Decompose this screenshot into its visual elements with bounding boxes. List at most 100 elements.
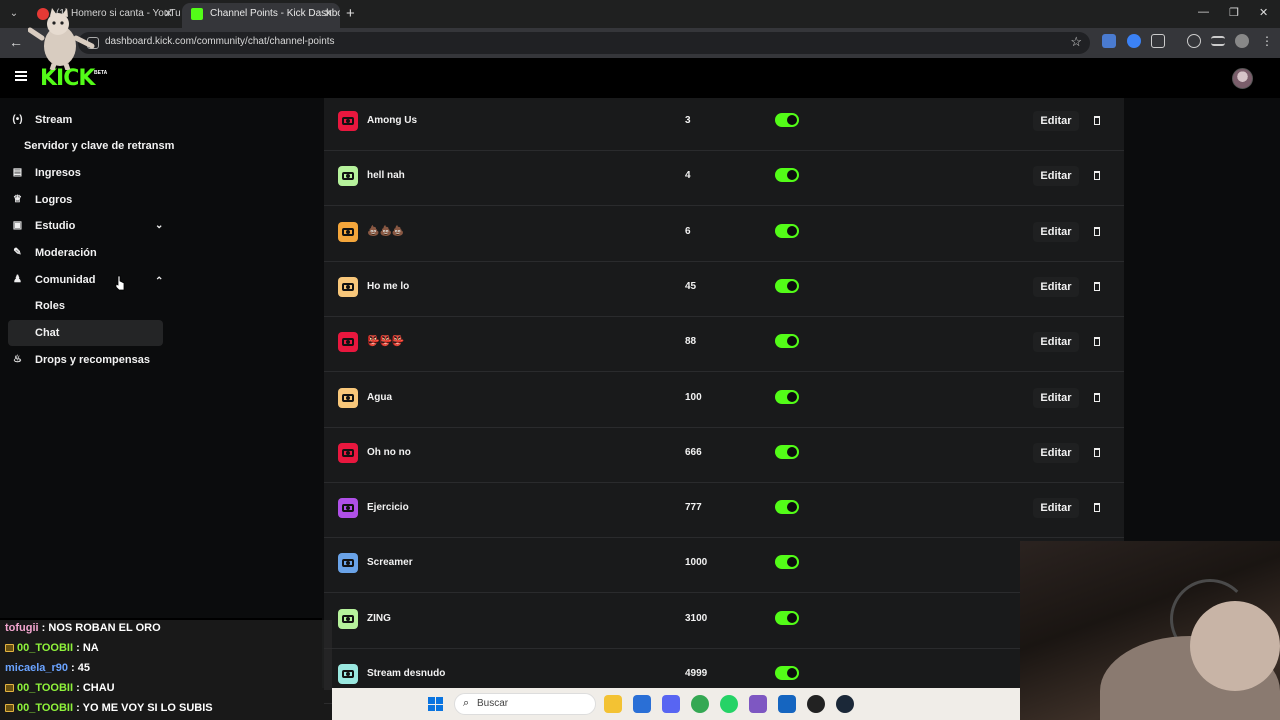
obs-icon[interactable] bbox=[807, 695, 825, 713]
chrome-icon[interactable] bbox=[691, 695, 709, 713]
chevron-down-icon[interactable]: ⌄ bbox=[155, 213, 163, 239]
sidebar-item-server-key[interactable]: Servidor y clave de retransm bbox=[8, 133, 174, 159]
edit-button[interactable]: Editar bbox=[1033, 166, 1079, 187]
edit-button[interactable]: Editar bbox=[1033, 442, 1079, 463]
edit-button[interactable]: Editar bbox=[1033, 111, 1079, 131]
download-icon[interactable] bbox=[1187, 34, 1201, 48]
discord-icon[interactable] bbox=[662, 695, 680, 713]
reward-enabled-toggle[interactable] bbox=[775, 500, 799, 515]
browser-tab-bar: ⌄ (1) Homero si canta - YouTube ✕ Channe… bbox=[0, 0, 1280, 28]
sidebar-item-drops[interactable]: ♨ Drops y recompensas bbox=[8, 347, 163, 373]
back-arrow-icon[interactable]: ← bbox=[9, 34, 23, 50]
new-tab-icon[interactable]: + bbox=[346, 5, 355, 22]
sidebar-item-label: Logros bbox=[35, 194, 73, 206]
edit-button[interactable]: Editar bbox=[1033, 498, 1079, 519]
reward-name: ZING bbox=[367, 612, 391, 624]
reward-enabled-toggle[interactable] bbox=[775, 444, 799, 459]
chat-separator: : bbox=[73, 682, 83, 694]
reward-enabled-toggle[interactable] bbox=[775, 278, 799, 293]
hamburger-menu-icon[interactable] bbox=[15, 71, 27, 81]
streamer-head bbox=[1190, 601, 1280, 691]
edit-button[interactable]: Editar bbox=[1033, 276, 1079, 297]
sidebar-item-label: Moderación bbox=[35, 247, 97, 259]
edit-button[interactable]: Editar bbox=[1033, 332, 1079, 353]
profile-icon[interactable] bbox=[1235, 34, 1249, 48]
chat-text: 45 bbox=[77, 662, 91, 674]
trash-icon[interactable] bbox=[1087, 166, 1107, 186]
chat-text: NA bbox=[82, 642, 99, 654]
reward-name: 👺👺👺 bbox=[367, 336, 405, 348]
reward-enabled-toggle[interactable] bbox=[775, 610, 799, 625]
reward-enabled-toggle[interactable] bbox=[775, 223, 799, 238]
reward-enabled-toggle[interactable] bbox=[775, 666, 799, 680]
steam-icon[interactable] bbox=[836, 695, 854, 713]
reward-name: Agua bbox=[367, 391, 392, 403]
reward-enabled-toggle[interactable] bbox=[775, 555, 799, 570]
notepad-icon[interactable] bbox=[633, 695, 651, 713]
windows-start-icon[interactable] bbox=[428, 697, 443, 711]
reward-enabled-toggle[interactable] bbox=[775, 389, 799, 404]
url-text[interactable]: dashboard.kick.com/community/chat/channe… bbox=[105, 36, 335, 47]
trash-icon[interactable] bbox=[1087, 388, 1107, 408]
reading-list-icon[interactable] bbox=[1211, 36, 1225, 46]
file-explorer-icon[interactable] bbox=[604, 695, 622, 713]
trash-icon[interactable] bbox=[1087, 111, 1107, 131]
sidebar-item-ingresos[interactable]: ▤ Ingresos bbox=[8, 160, 163, 186]
edit-button[interactable]: Editar bbox=[1033, 221, 1079, 242]
reward-enabled-toggle[interactable] bbox=[775, 334, 799, 349]
beta-badge: BETA bbox=[94, 70, 108, 76]
store-icon[interactable] bbox=[778, 695, 796, 713]
chat-separator: : bbox=[73, 702, 83, 714]
reward-name: Ejercicio bbox=[367, 502, 409, 514]
sidebar-item-roles[interactable]: Roles bbox=[8, 293, 163, 319]
close-window-icon[interactable]: ✕ bbox=[1259, 6, 1268, 19]
chevron-up-icon[interactable]: ⌃ bbox=[155, 269, 163, 295]
sidebar-item-label: Chat bbox=[35, 327, 60, 339]
trash-icon[interactable] bbox=[1087, 443, 1107, 463]
taskbar-search-box[interactable]: ⌕ Buscar bbox=[454, 693, 596, 715]
minimize-icon[interactable]: — bbox=[1198, 6, 1209, 18]
reward-cost: 100 bbox=[685, 391, 702, 403]
reward-enabled-toggle[interactable] bbox=[775, 113, 799, 127]
edit-button[interactable]: Editar bbox=[1033, 387, 1079, 408]
bookmark-star-icon[interactable]: ☆ bbox=[1070, 34, 1082, 50]
user-avatar[interactable] bbox=[1232, 68, 1253, 89]
sidebar-item-logros[interactable]: ♕ Logros bbox=[8, 187, 163, 213]
tab-channel-points[interactable]: Channel Points - Kick Dashboard ✕ bbox=[182, 3, 340, 28]
kick-header: KICK BETA bbox=[0, 58, 1280, 98]
sidebar-item-moderacion[interactable]: ✎ Moderación bbox=[8, 240, 163, 266]
trash-icon[interactable] bbox=[1087, 498, 1107, 518]
extension-icon[interactable] bbox=[1127, 34, 1141, 48]
extensions-puzzle-icon[interactable] bbox=[1151, 34, 1165, 48]
sidebar-item-label: Comunidad bbox=[35, 274, 96, 286]
sidebar-item-estudio[interactable]: ▣ Estudio ⌄ bbox=[8, 213, 164, 239]
chat-message: 00_TOOBII : CHAU bbox=[5, 682, 115, 694]
trash-icon[interactable] bbox=[1087, 222, 1107, 242]
whatsapp-icon[interactable] bbox=[720, 695, 738, 713]
sidebar-item-label: Roles bbox=[35, 300, 65, 312]
close-tab-icon[interactable]: ✕ bbox=[324, 3, 333, 25]
sidebar-item-comunidad[interactable]: ♟ Comunidad ⌃ bbox=[8, 267, 163, 293]
search-placeholder: Buscar bbox=[477, 698, 509, 709]
browser-menu-icon[interactable]: ⋮ bbox=[1260, 34, 1274, 48]
community-icon: ♟ bbox=[13, 274, 22, 285]
reward-cost: 4 bbox=[685, 170, 691, 182]
table-row: Among Us 3 Editar bbox=[324, 96, 1124, 151]
trash-icon[interactable] bbox=[1087, 277, 1107, 297]
reward-name: hell nah bbox=[367, 170, 405, 182]
sidebar-item-chat[interactable]: Chat bbox=[8, 320, 163, 346]
app-icon[interactable] bbox=[749, 695, 767, 713]
address-bar[interactable]: dashboard.kick.com/community/chat/channe… bbox=[78, 32, 1090, 54]
sidebar-item-stream[interactable]: (•) Stream bbox=[8, 107, 163, 133]
close-tab-icon[interactable]: ✕ bbox=[164, 3, 173, 25]
reward-icon bbox=[338, 553, 358, 574]
dancing-cat-sticker bbox=[28, 8, 95, 70]
reward-icon bbox=[338, 276, 358, 297]
restore-icon[interactable]: ❐ bbox=[1229, 6, 1239, 19]
reward-enabled-toggle[interactable] bbox=[775, 168, 799, 183]
tab-search-chevron-icon[interactable]: ⌄ bbox=[6, 6, 22, 22]
extension-icon[interactable] bbox=[1102, 34, 1116, 48]
trash-icon[interactable] bbox=[1087, 332, 1107, 352]
reward-name: Ho me lo bbox=[367, 280, 410, 292]
sidebar-item-label: Ingresos bbox=[35, 167, 81, 179]
